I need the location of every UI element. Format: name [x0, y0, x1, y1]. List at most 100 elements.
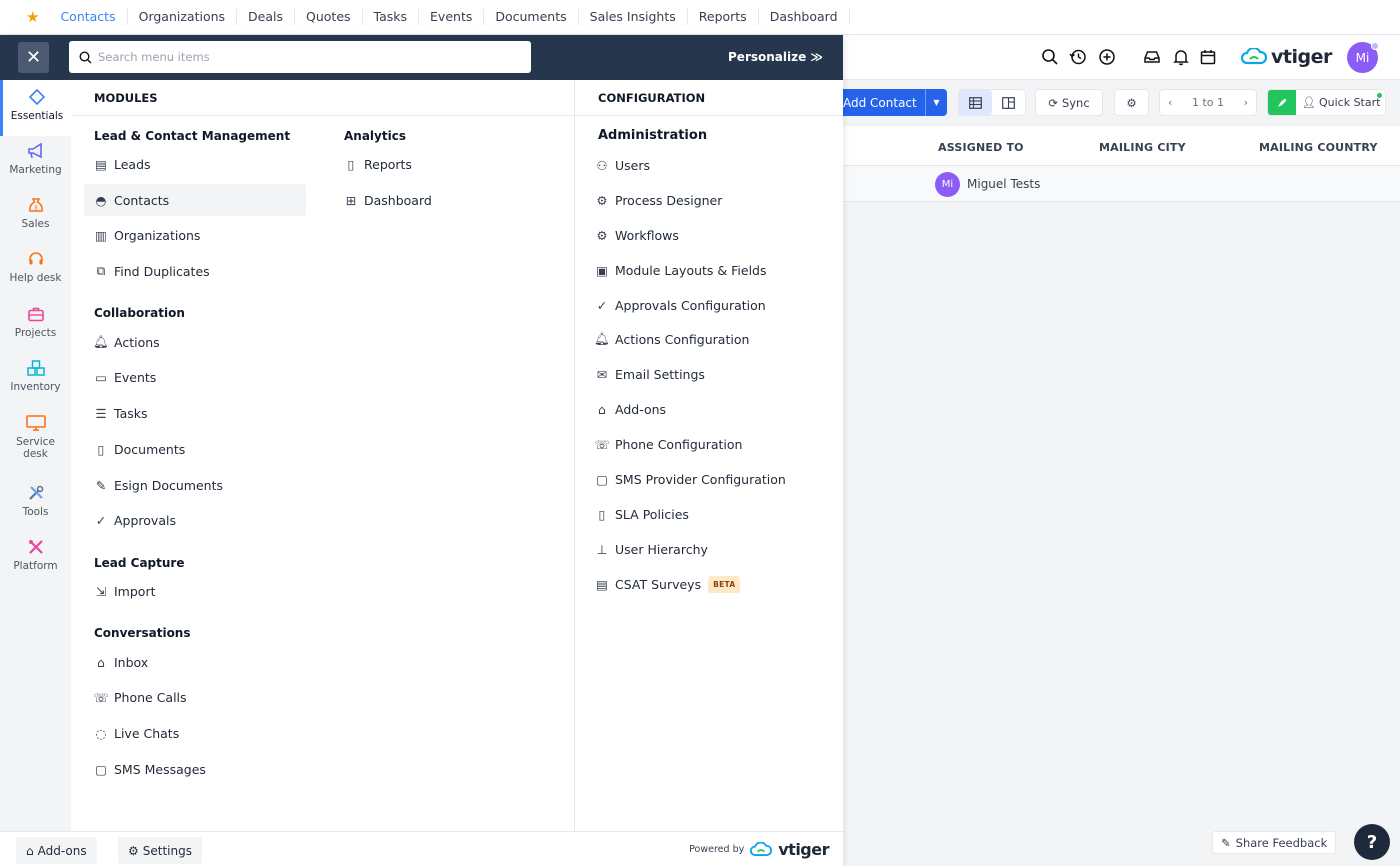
menu-item-organizations[interactable]: ▥ Organizations: [84, 219, 306, 251]
menu-item-csat-surveys[interactable]: ▤ CSAT Surveys BETA: [595, 568, 741, 600]
rail-item-inventory[interactable]: Inventory: [0, 359, 71, 393]
table-row[interactable]: Mi Miguel Tests: [843, 166, 1400, 202]
calendar-icon: ▭: [95, 369, 107, 385]
bell-icon[interactable]: [1171, 47, 1191, 67]
menu-item-phone-configuration[interactable]: ☏ Phone Configuration: [594, 428, 742, 460]
menu-item-esign-documents[interactable]: ✎ Esign Documents: [94, 469, 223, 501]
rail-item-service-desk[interactable]: Service desk: [0, 414, 71, 460]
rail-item-platform[interactable]: Platform: [0, 538, 71, 572]
document-icon: ▯: [598, 506, 606, 522]
menu-item-approvals-configuration[interactable]: ✓ Approvals Configuration: [595, 289, 766, 321]
sync-button[interactable]: ⟳ Sync: [1035, 89, 1103, 116]
menu-item-tasks[interactable]: ☰ Tasks: [94, 397, 147, 429]
rail-label: Tools: [22, 506, 49, 518]
menu-item-phone-calls[interactable]: ☏ Phone Calls: [93, 681, 186, 713]
monitor-icon: [25, 415, 46, 431]
menu-item-inbox[interactable]: ⌂ Inbox: [94, 646, 148, 678]
menu-item-label: Live Chats: [114, 725, 180, 741]
tab-reports[interactable]: Reports: [688, 9, 759, 25]
rail-item-sales[interactable]: $ Sales: [0, 196, 71, 230]
menu-item-label: Approvals: [114, 512, 176, 528]
tab-documents[interactable]: Documents: [484, 9, 579, 25]
menu-item-find-duplicates[interactable]: ⧉ Find Duplicates: [84, 255, 306, 287]
menu-item-reports[interactable]: ▯ Reports: [344, 148, 412, 180]
chevron-right-icon[interactable]: ›: [1244, 96, 1248, 109]
rail-item-projects[interactable]: Projects: [0, 305, 71, 339]
menu-item-approvals[interactable]: ✓ Approvals: [94, 504, 176, 536]
tab-contacts[interactable]: Contacts: [49, 9, 128, 25]
inbox-icon[interactable]: [1142, 47, 1162, 67]
menu-item-leads[interactable]: ▤ Leads: [84, 148, 306, 180]
calendar-icon[interactable]: [1198, 47, 1218, 67]
kanban-view-icon[interactable]: [992, 90, 1025, 115]
chevron-down-icon[interactable]: ▼: [925, 89, 947, 116]
menu-item-actions[interactable]: 🔔︎ Actions: [93, 326, 160, 358]
add-contact-button[interactable]: Add Contact ▼: [843, 89, 947, 116]
help-button[interactable]: ?: [1354, 824, 1390, 860]
menu-item-workflows[interactable]: ⚙ Workflows: [595, 219, 679, 251]
menu-item-label: SMS Provider Configuration: [615, 471, 786, 487]
personalize-link[interactable]: Personalize ≫: [728, 50, 823, 64]
rail-item-marketing[interactable]: Marketing: [0, 142, 71, 176]
search-icon[interactable]: [1040, 47, 1060, 67]
menu-item-dashboard[interactable]: ⊞ Dashboard: [344, 184, 432, 216]
settings-button[interactable]: ⚙ Settings: [118, 837, 202, 864]
menu-item-process-designer[interactable]: ⚙ Process Designer: [595, 184, 722, 216]
list-view-icon[interactable]: [959, 90, 992, 115]
user-avatar[interactable]: Mi: [1347, 42, 1379, 73]
tab-deals[interactable]: Deals: [237, 9, 296, 25]
menu-item-label: Email Settings: [615, 366, 705, 382]
chevron-left-icon[interactable]: ‹: [1168, 96, 1172, 109]
rail-label: Help desk: [9, 272, 62, 284]
tab-quotes[interactable]: Quotes: [295, 9, 363, 25]
menu-item-add-ons[interactable]: ⌂ Add-ons: [595, 393, 666, 425]
tab-events[interactable]: Events: [419, 9, 485, 25]
column-mailing-country[interactable]: MAILING COUNTRY: [1259, 141, 1378, 154]
settings-gears-button[interactable]: ⚙: [1114, 89, 1149, 116]
duplicate-icon: ⧉: [96, 263, 106, 278]
menu-item-contacts[interactable]: ◓ Contacts: [84, 184, 306, 216]
rail-label: Essentials: [10, 110, 64, 122]
rail-label: Projects: [14, 327, 57, 339]
menu-item-users[interactable]: ⚇ Users: [595, 149, 650, 181]
menu-item-actions-configuration[interactable]: 🔔︎ Actions Configuration: [594, 323, 749, 355]
menu-item-events[interactable]: ▭ Events: [94, 361, 156, 393]
rail-item-tools[interactable]: Tools: [0, 484, 71, 518]
menu-item-module-layouts[interactable]: ▣ Module Layouts & Fields: [595, 254, 766, 286]
column-assigned-to[interactable]: ASSIGNED TO: [938, 141, 1024, 154]
history-icon[interactable]: [1068, 47, 1088, 67]
close-icon[interactable]: ✕: [18, 42, 49, 73]
rail-item-help-desk[interactable]: Help desk: [0, 250, 71, 284]
tab-organizations[interactable]: Organizations: [128, 9, 238, 25]
share-feedback-button[interactable]: ✎ Share Feedback: [1212, 831, 1337, 854]
vtiger-logo[interactable]: vtiger: [1241, 46, 1332, 68]
pagination: ‹ 1 to 1 ›: [1159, 89, 1257, 116]
building-icon: ▥: [95, 227, 107, 243]
menu-footer: ⌂ Add-ons ⚙ Settings Powered by vtiger: [0, 831, 843, 866]
menu-item-import[interactable]: ⇲ Import: [94, 575, 156, 607]
rail-item-essentials[interactable]: Essentials: [0, 80, 71, 136]
tab-tasks[interactable]: Tasks: [363, 9, 420, 25]
menu-item-user-hierarchy[interactable]: ⊥ User Hierarchy: [595, 533, 708, 565]
star-icon[interactable]: ★: [26, 8, 39, 26]
menu-item-documents[interactable]: ▯ Documents: [94, 433, 186, 465]
menu-item-sla-policies[interactable]: ▯ SLA Policies: [595, 498, 689, 530]
email-icon: ✉: [596, 366, 608, 382]
rail-label: Platform: [13, 560, 58, 572]
hierarchy-icon: ⊥: [596, 541, 608, 557]
menu-item-live-chats[interactable]: ◌ Live Chats: [94, 717, 180, 749]
add-circle-icon[interactable]: [1097, 47, 1117, 67]
tab-dashboard[interactable]: Dashboard: [759, 9, 850, 25]
column-mailing-city[interactable]: MAILING CITY: [1099, 141, 1186, 154]
add-ons-button[interactable]: ⌂ Add-ons: [16, 837, 97, 864]
analytics-heading: Analytics: [344, 129, 406, 143]
search-input[interactable]: [98, 50, 518, 64]
quick-start-button[interactable]: 👤︎ Quick Start: [1267, 89, 1386, 116]
menu-item-sms-messages[interactable]: ▢ SMS Messages: [94, 753, 206, 785]
headset-icon: [28, 252, 43, 265]
menu-item-sms-provider-configuration[interactable]: ▢ SMS Provider Configuration: [595, 463, 786, 495]
tab-sales-insights[interactable]: Sales Insights: [579, 9, 688, 25]
footer-brand: vtiger: [778, 840, 829, 859]
menu-item-email-settings[interactable]: ✉ Email Settings: [595, 358, 705, 390]
puzzle-icon: ⌂: [598, 401, 606, 417]
